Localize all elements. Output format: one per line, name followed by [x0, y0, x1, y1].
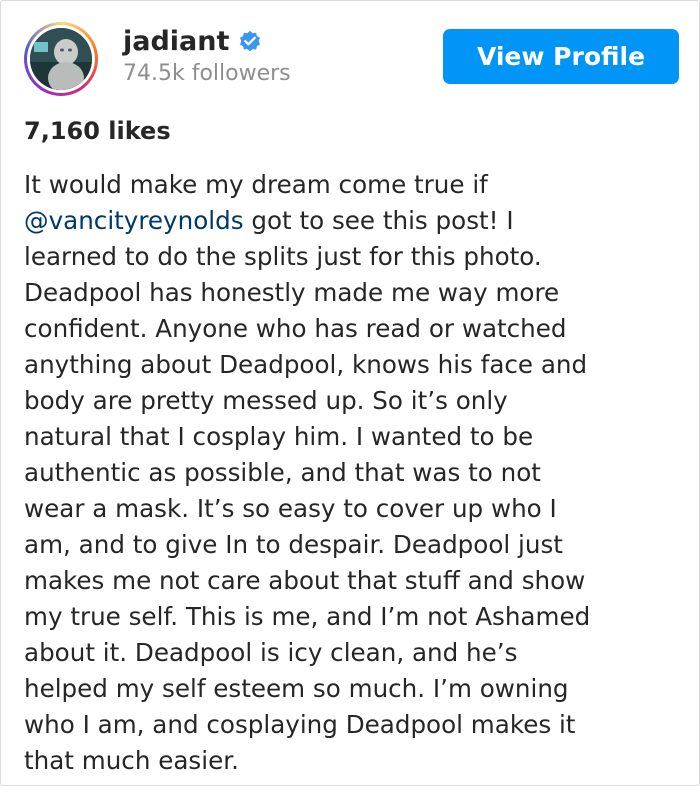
followers-count: 74.5k followers: [123, 61, 291, 86]
verified-badge-icon: [238, 29, 262, 53]
caption-text-start: It would make my dream come true if: [24, 170, 488, 199]
avatar-ring-gap: [27, 25, 95, 93]
view-profile-button[interactable]: View Profile: [443, 29, 679, 84]
avatar-story-ring[interactable]: [24, 22, 98, 96]
avatar[interactable]: [30, 28, 92, 90]
username-link[interactable]: jadiant: [123, 26, 229, 57]
username-row: jadiant: [123, 23, 262, 59]
likes-count[interactable]: 7,160 likes: [24, 117, 171, 145]
caption-text-rest: got to see this post! I learned to do th…: [24, 206, 591, 775]
avatar-image: [30, 28, 92, 90]
post-caption: It would make my dream come true if @van…: [24, 167, 684, 779]
mention-link[interactable]: @vancityreynolds: [24, 206, 244, 235]
instagram-post-card: jadiant 74.5k followers View Profile 7,1…: [0, 0, 700, 786]
